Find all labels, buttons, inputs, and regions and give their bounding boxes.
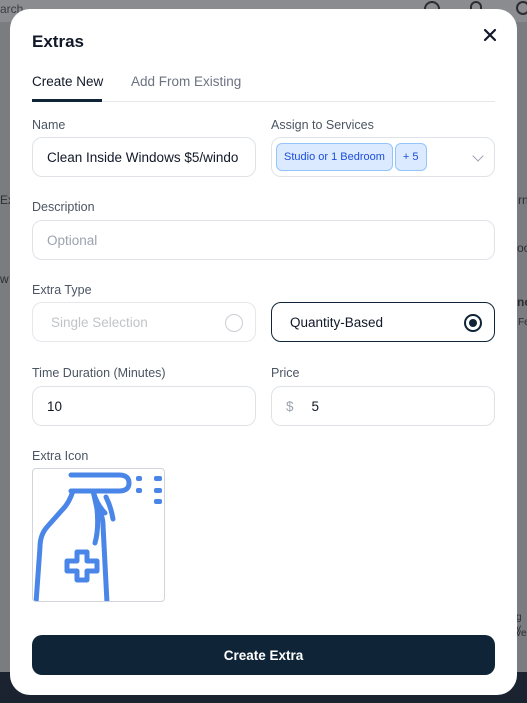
background-fragment: w — [0, 272, 9, 286]
background-fragment: Fe — [518, 317, 527, 328]
more-services-chip[interactable]: + 5 — [394, 143, 427, 171]
background-fragment: oo — [517, 241, 527, 255]
radio-unchecked-icon — [225, 314, 243, 332]
create-extra-button[interactable]: Create Extra — [32, 635, 495, 675]
price-label: Price — [271, 366, 300, 380]
close-icon — [483, 28, 497, 42]
name-value: Clean Inside Windows $5/windo — [47, 149, 239, 165]
name-input[interactable]: Clean Inside Windows $5/windo — [32, 137, 256, 177]
quantity-based-label: Quantity-Based — [290, 314, 384, 330]
active-tab-indicator — [32, 99, 102, 102]
description-placeholder: Optional — [47, 232, 98, 248]
spray-bottle-icon — [33, 472, 162, 601]
time-duration-input[interactable]: 10 — [32, 386, 256, 426]
description-label: Description — [32, 200, 95, 214]
assign-services-select[interactable]: Studio or 1 Bedroom + 5 — [271, 137, 495, 177]
tab-bar: Create New Add From Existing — [32, 69, 495, 102]
service-chip[interactable]: Studio or 1 Bedroom — [276, 143, 393, 171]
description-input[interactable]: Optional — [32, 220, 495, 260]
extra-icon-label: Extra Icon — [32, 449, 89, 463]
single-selection-option[interactable]: Single Selection — [32, 302, 256, 342]
chevron-down-icon — [472, 150, 484, 162]
currency-symbol: $ — [286, 398, 294, 414]
radio-checked-icon — [464, 314, 482, 332]
assign-services-label: Assign to Services — [271, 118, 374, 132]
close-button[interactable] — [480, 25, 500, 45]
single-selection-label: Single Selection — [51, 314, 148, 330]
extras-modal: Extras Create New Add From Existing Name… — [10, 9, 517, 695]
background-fragment: no — [517, 295, 527, 309]
tab-add-from-existing[interactable]: Add From Existing — [131, 74, 241, 89]
time-duration-label: Time Duration (Minutes) — [32, 366, 166, 380]
extra-type-label: Extra Type — [32, 283, 92, 297]
price-value: 5 — [311, 398, 320, 414]
time-duration-value: 10 — [47, 398, 63, 414]
quantity-based-option[interactable]: Quantity-Based — [271, 302, 495, 342]
tab-create-new[interactable]: Create New — [32, 74, 103, 89]
modal-title: Extras — [32, 32, 84, 51]
background-fragment: rn — [518, 193, 527, 207]
name-label: Name — [32, 118, 66, 132]
background-fragment: ve — [516, 628, 527, 639]
user-icon — [516, 1, 527, 15]
extra-icon-picker[interactable] — [32, 468, 165, 602]
price-input[interactable]: $ 5 — [271, 386, 495, 426]
